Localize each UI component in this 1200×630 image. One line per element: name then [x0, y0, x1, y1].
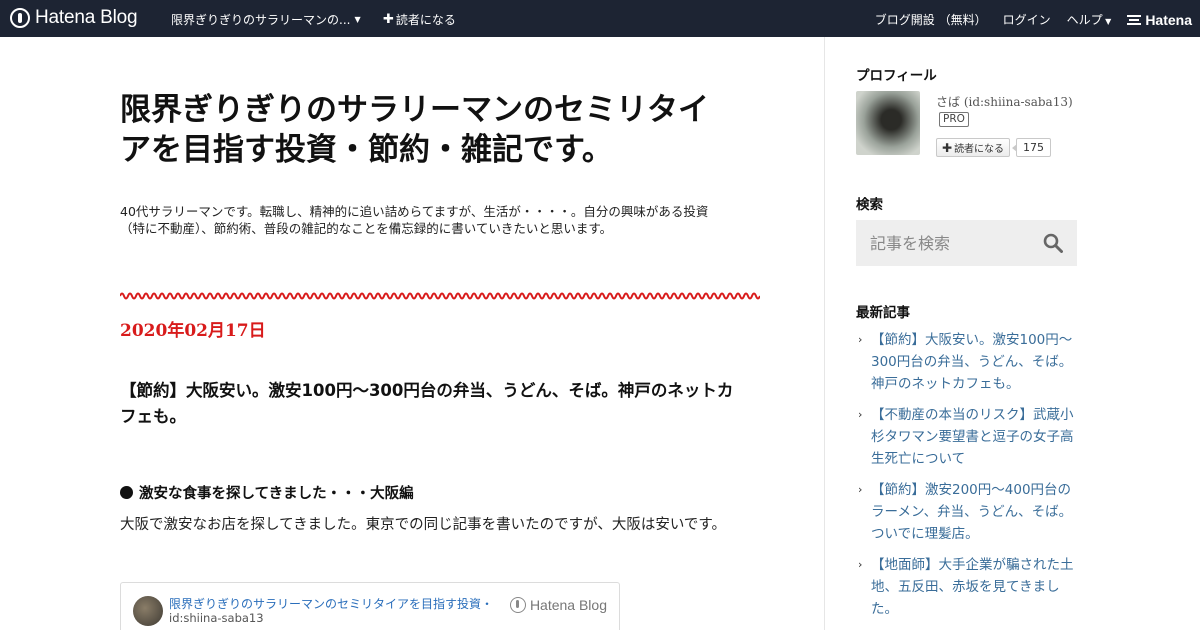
recent-entries-heading: 最新記事: [856, 305, 910, 321]
subscribe-label: 読者になる: [954, 144, 1005, 155]
top-navbar-right: ブログ開設 （無料） ログイン ヘルプ ▼ Hatena: [875, 11, 1192, 28]
entry-section-heading-text: 激安な食事を探してきました・・・大阪編: [139, 486, 414, 502]
signup-link[interactable]: ブログ開設 （無料）: [875, 11, 987, 28]
entry-date[interactable]: 2020年02月17日: [120, 316, 266, 341]
blog-embed-card[interactable]: 限界ぎりぎりのサラリーマンのセミリタイアを目指す投資・ id:shiina-sa…: [120, 582, 620, 630]
hatena-blog-logo[interactable]: Hatena Blog: [10, 7, 138, 29]
nav-subscribe-button[interactable]: ✚ 読者になる: [383, 11, 456, 28]
chevron-right-icon: ›: [858, 558, 863, 571]
embed-title-link[interactable]: 限界ぎりぎりのサラリーマンのセミリタイアを目指す投資・: [169, 595, 491, 612]
recent-entry-link[interactable]: 【地面師】大手企業が騙された土地、五反田、赤坂を見てきました。: [871, 557, 1074, 617]
recent-entry-link[interactable]: 【節約】大阪安い。激安100円～300円台の弁当、うどん、そば。神戸のネットカフ…: [871, 332, 1072, 392]
chevron-right-icon: ›: [858, 483, 863, 496]
entry-section-heading: 激安な食事を探してきました・・・大阪編: [120, 482, 414, 503]
top-navbar: Hatena Blog 限界ぎりぎりのサラリーマンの... ▼ ✚ 読者になる …: [0, 0, 1200, 37]
recent-entry-link[interactable]: 【節約】激安200円～400円台のラーメン、弁当、うどん、そば。ついでに理髪店。: [871, 482, 1072, 542]
recent-entry-link[interactable]: 【不動産の本当のリスク】武蔵小杉タワマン要望書と逗子の女子高生死亡について: [871, 407, 1074, 467]
caret-down-icon: ▼: [1102, 17, 1112, 26]
list-item[interactable]: › 【節約】激安200円～400円台のラーメン、弁当、うどん、そば。ついでに理髪店…: [856, 479, 1081, 545]
embed-brand-logo: Hatena Blog: [509, 597, 607, 613]
hatena-brand-link[interactable]: Hatena: [1127, 12, 1192, 28]
entry-body-text: 大阪で激安なお店を探してきました。東京での同じ記事を書いたのですが、大阪は安いで…: [120, 517, 726, 533]
search-heading: 検索: [856, 197, 883, 213]
search-input[interactable]: [856, 220, 1036, 266]
bullet-icon: [120, 486, 133, 499]
chevron-right-icon: ›: [858, 408, 863, 421]
hatena-brand-text: Hatena: [1145, 11, 1192, 28]
sidebar-divider: [824, 37, 825, 630]
login-link[interactable]: ログイン: [1003, 11, 1051, 28]
chevron-right-icon: ›: [858, 333, 863, 346]
subscriber-count[interactable]: 175: [1012, 138, 1051, 157]
blog-menu-dropdown[interactable]: 限界ぎりぎりのサラリーマンの... ▼: [171, 11, 361, 28]
logo-text: Hatena Blog: [35, 7, 138, 28]
blog-description: 40代サラリーマンです。転職し、精神的に追い詰めらてますが、生活が・・・・。自分…: [120, 204, 709, 236]
hatena-blog-logo-icon: [10, 8, 30, 28]
list-item[interactable]: › 【不動産の本当のリスク】武蔵小杉タワマン要望書と逗子の女子高生死亡について: [856, 404, 1081, 470]
embed-user-id: id:shiina-saba13: [169, 611, 264, 625]
profile-name-link[interactable]: さば (id:shiina-saba13): [936, 93, 1073, 110]
plus-icon: ✚: [942, 140, 953, 155]
hatena-blog-logo-icon: [509, 597, 526, 613]
subscribe-button[interactable]: ✚ 読者になる: [936, 138, 1011, 157]
entry-title[interactable]: 【節約】大阪安い。激安100円～300円台の弁当、うどん、そば。神戸のネットカフ…: [120, 378, 740, 430]
wavy-divider: [120, 292, 760, 300]
caret-down-icon: ▼: [354, 15, 361, 24]
profile-avatar[interactable]: [856, 91, 920, 155]
list-item[interactable]: › 【地面師】大手企業が騙された土地、五反田、赤坂を見てきました。: [856, 554, 1081, 620]
hatena-brand-icon: [1127, 14, 1142, 25]
plus-icon: ✚: [383, 12, 394, 27]
recent-entries-list: › 【節約】大阪安い。激安100円～300円台の弁当、うどん、そば。神戸のネットカ…: [856, 329, 1081, 629]
blog-title[interactable]: 限界ぎりぎりのサラリーマンのセミリタイアを目指す投資・節約・雑記です。: [120, 90, 720, 170]
profile-heading: プロフィール: [856, 68, 937, 84]
help-label: ヘルプ: [1066, 13, 1103, 27]
avatar: [133, 596, 163, 626]
nav-subscribe-label: 読者になる: [395, 13, 456, 27]
help-menu[interactable]: ヘルプ ▼: [1067, 11, 1112, 28]
search-icon[interactable]: [1043, 233, 1063, 253]
pro-badge: PRO: [939, 112, 969, 127]
blog-menu-label: 限界ぎりぎりのサラリーマンの...: [171, 13, 351, 27]
embed-brand-text: Hatena Blog: [529, 597, 607, 613]
list-item[interactable]: › 【節約】大阪安い。激安100円～300円台の弁当、うどん、そば。神戸のネットカ…: [856, 329, 1081, 395]
